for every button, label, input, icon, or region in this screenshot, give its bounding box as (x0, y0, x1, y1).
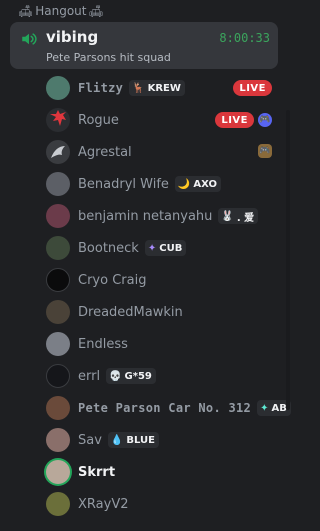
avatar (46, 236, 70, 260)
avatar (46, 364, 70, 388)
rogue-logo-icon (50, 110, 66, 126)
member-name: XRayV2 (78, 496, 129, 512)
avatar (46, 300, 70, 324)
voice-channel-status: Pete Parsons hit squad (46, 51, 171, 64)
avatar (46, 460, 70, 484)
member-name: DreadedMawkin (78, 304, 183, 320)
avatar (46, 108, 70, 132)
category-title: Hangout (35, 4, 87, 18)
couch-emoji-right: 🛋 (88, 4, 104, 18)
member-name: Flitzy (78, 81, 124, 95)
server-tag-label: G*59 (124, 370, 152, 382)
member-status: LIVE 🎮 (215, 112, 272, 128)
sparkle-icon: ✦ (260, 402, 269, 414)
server-tag-label: CUB (159, 242, 183, 254)
server-tag-label: . 爱 (236, 212, 255, 224)
server-tag: 🦌 KREW (129, 80, 185, 96)
avatar (46, 492, 70, 516)
couch-emoji-left: 🛋 (18, 4, 34, 18)
member-status: LIVE (233, 80, 272, 96)
member-name: Skrrt (78, 464, 116, 480)
server-tag-label: KREW (147, 82, 181, 94)
avatar (46, 76, 70, 100)
droplet-icon: 💧 (110, 434, 124, 446)
scrollbar[interactable] (286, 110, 290, 410)
server-tag: 💀 G*59 (106, 368, 156, 384)
member-xrayv2[interactable]: XRayV2 (0, 488, 292, 520)
live-badge[interactable]: LIVE (233, 80, 272, 96)
bunny-icon: 🐰 (221, 210, 234, 222)
voice-category-header[interactable]: 🛋 Hangout 🛋 (0, 0, 292, 22)
avatar (46, 172, 70, 196)
member-name: Sav (78, 432, 102, 448)
member-name: Benadryl Wife (78, 176, 169, 192)
voice-channel-card[interactable]: vibing 8:00:33 Pete Parsons hit squad (10, 22, 278, 69)
member-cryo-craig[interactable]: Cryo Craig (0, 264, 292, 296)
member-name: Cryo Craig (78, 272, 147, 288)
activity-icon[interactable]: 🎮 (258, 113, 272, 127)
member-name: Bootneck (78, 240, 139, 256)
avatar (46, 268, 70, 292)
member-skrrt[interactable]: Skrrt (0, 456, 292, 488)
avatar (46, 396, 70, 420)
member-endless[interactable]: Endless (0, 328, 292, 360)
server-tag: ✦ CUB (144, 240, 187, 256)
server-tag-label: AXO (193, 178, 217, 190)
voice-channel-name: vibing (46, 28, 99, 46)
member-rogue[interactable]: Rogue LIVE 🎮 (0, 104, 292, 136)
moon-icon: 🌙 (177, 178, 191, 190)
deer-icon: 🦌 (132, 82, 145, 94)
speaker-icon (22, 33, 37, 45)
avatar (46, 428, 70, 452)
member-name: Rogue (78, 112, 119, 128)
voice-timer: 8:00:33 (219, 31, 270, 45)
member-flitzy[interactable]: Flitzy 🦌 KREW LIVE (0, 72, 292, 104)
member-dreadedmawkin[interactable]: DreadedMawkin (0, 296, 292, 328)
member-name: errl (78, 368, 101, 384)
server-tag-label: BLUE (126, 434, 155, 446)
member-sav[interactable]: Sav 💧 BLUE (0, 424, 292, 456)
live-badge[interactable]: LIVE (215, 112, 254, 128)
dragon-avatar-icon (51, 146, 65, 158)
member-benadryl-wife[interactable]: Benadryl Wife 🌙 AXO (0, 168, 292, 200)
member-name: benjamin netanyahu (78, 208, 213, 224)
avatar (46, 140, 70, 164)
activity-icon[interactable]: 🎮 (258, 144, 272, 158)
server-tag-label: AB (271, 402, 287, 414)
member-name: Agrestal (78, 144, 132, 160)
avatar (46, 332, 70, 356)
member-name: Pete Parson Car No. 312 (78, 401, 252, 415)
server-tag: 🐰 . 爱 (218, 208, 259, 224)
member-benjamin-netanyahu[interactable]: benjamin netanyahu 🐰 . 爱 (0, 200, 292, 232)
member-name: Endless (78, 336, 128, 352)
server-tag: 🌙 AXO (174, 176, 221, 192)
member-errl[interactable]: errl 💀 G*59 (0, 360, 292, 392)
skull-icon: 💀 (109, 370, 122, 382)
voice-member-list: Flitzy 🦌 KREW LIVE Rogue LIVE 🎮 Agrestal (0, 72, 292, 520)
avatar (46, 204, 70, 228)
member-agrestal[interactable]: Agrestal 🎮 (0, 136, 292, 168)
member-status: 🎮 (254, 144, 272, 158)
server-tag: 💧 BLUE (107, 432, 159, 448)
member-pete-parson[interactable]: Pete Parson Car No. 312 ✦ AB (0, 392, 292, 424)
sparkle-icon: ✦ (147, 242, 157, 254)
member-bootneck[interactable]: Bootneck ✦ CUB (0, 232, 292, 264)
